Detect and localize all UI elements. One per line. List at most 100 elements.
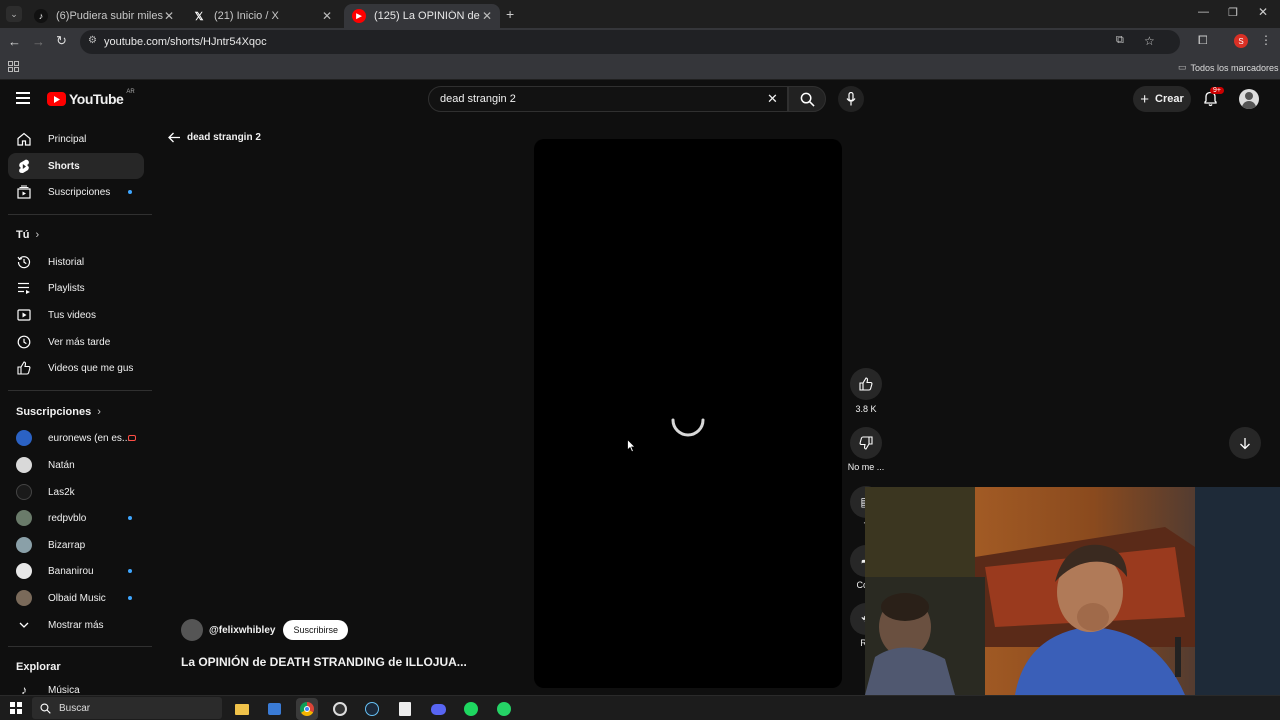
plus-icon: + xyxy=(1140,90,1149,108)
thumbs-down-icon xyxy=(859,436,873,450)
new-tab-button[interactable]: + xyxy=(506,6,514,22)
windows-start-icon[interactable] xyxy=(10,702,22,714)
shorts-video-player[interactable] xyxy=(534,139,842,688)
clear-search-icon[interactable]: ✕ xyxy=(767,91,778,107)
hamburger-menu-icon[interactable] xyxy=(16,92,30,104)
sidebar-sub-bizarrap[interactable]: Bizarrap xyxy=(8,532,144,558)
store-icon[interactable] xyxy=(263,698,285,720)
sidebar-divider xyxy=(8,646,152,647)
obs-icon[interactable] xyxy=(329,698,351,720)
bookmark-star-icon[interactable]: ☆ xyxy=(1144,34,1155,48)
sidebar-show-more[interactable]: Mostrar más xyxy=(8,612,144,638)
channel-row: @felixwhibley Suscribirse xyxy=(181,619,348,641)
sidebar: Principal Shorts Suscripciones Tú › Hist… xyxy=(0,120,154,697)
sidebar-item-suscripciones[interactable]: Suscripciones xyxy=(8,179,144,205)
close-icon[interactable]: ✕ xyxy=(322,9,332,23)
like-button[interactable] xyxy=(850,368,882,400)
thumbs-up-icon xyxy=(859,377,873,391)
minimize-button[interactable]: — xyxy=(1198,6,1209,18)
channel-avatar[interactable] xyxy=(181,619,203,641)
sidebar-divider xyxy=(8,214,152,215)
channel-name[interactable]: @felixwhibley xyxy=(209,625,275,636)
apps-grid-icon[interactable] xyxy=(8,61,19,72)
address-bar[interactable]: ⚙ youtube.com/shorts/HJntr54Xqoc ☆ ⧉ xyxy=(80,30,1180,54)
create-button[interactable]: + Crear xyxy=(1133,86,1191,112)
new-content-dot xyxy=(128,190,132,194)
reload-icon[interactable]: ↻ xyxy=(56,33,67,49)
next-short-button[interactable] xyxy=(1229,427,1261,459)
sidebar-sub-las2k[interactable]: Las2k xyxy=(8,479,144,505)
install-app-icon[interactable]: ⧉ xyxy=(1116,34,1124,47)
mouse-cursor-icon xyxy=(627,439,636,453)
epic-games-icon[interactable] xyxy=(394,698,416,720)
url-text: youtube.com/shorts/HJntr54Xqoc xyxy=(104,36,267,48)
profile-avatar[interactable]: S xyxy=(1234,34,1248,48)
sidebar-item-historial[interactable]: Historial xyxy=(8,249,144,275)
dislike-button[interactable] xyxy=(850,427,882,459)
webcam-overlay xyxy=(865,487,1280,695)
youtube-header: YouTube AR dead strangin 2 ✕ + Crear 9+ xyxy=(0,80,1280,120)
forward-arrow-icon[interactable]: → xyxy=(32,34,45,49)
short-title[interactable]: La OPINIÓN de DEATH STRANDING de ILLOJUA… xyxy=(181,655,467,669)
close-icon[interactable]: ✕ xyxy=(164,9,174,23)
sidebar-heading-you[interactable]: Tú › xyxy=(16,229,39,241)
microphone-icon xyxy=(846,92,856,106)
folder-icon: ▭ xyxy=(1178,62,1187,72)
account-avatar[interactable] xyxy=(1239,89,1259,109)
all-bookmarks-button[interactable]: ▭ Todos los marcadores xyxy=(1178,62,1279,73)
close-window-button[interactable]: ✕ xyxy=(1258,5,1268,19)
sidebar-item-ver-mas-tarde[interactable]: Ver más tarde xyxy=(8,329,144,355)
browser-tab-x[interactable]: 𝕏 (21) Inicio / X ✕ xyxy=(184,4,340,28)
sidebar-sub-euronews[interactable]: euronews (en es... xyxy=(8,425,144,451)
channel-avatar xyxy=(16,484,32,500)
bookmarks-bar: ▭ Todos los marcadores xyxy=(0,56,1280,80)
spotify-icon[interactable] xyxy=(460,698,482,720)
browser-tab-youtube[interactable]: ▶ (125) La OPINIÓN de DEATH ST ✕ xyxy=(344,4,500,28)
more-menu-icon[interactable]: ⋮ xyxy=(1260,33,1272,47)
close-icon[interactable]: ✕ xyxy=(482,9,492,23)
extensions-icon[interactable]: ⧠ xyxy=(1198,33,1208,48)
sidebar-heading-subscriptions[interactable]: Suscripciones › xyxy=(16,406,101,418)
browser-tab-tiktok[interactable]: ♪ (6)Pudiera subir miles de video ✕ xyxy=(26,4,182,28)
playlists-icon xyxy=(8,282,40,294)
whatsapp-icon[interactable] xyxy=(493,698,515,720)
search-button[interactable] xyxy=(788,86,826,112)
search-input[interactable]: dead strangin 2 ✕ xyxy=(428,86,788,112)
notifications-button[interactable]: 9+ xyxy=(1203,87,1224,107)
dislike-label: No me ... xyxy=(847,462,885,472)
browser-tab-bar: ⌄ ♪ (6)Pudiera subir miles de video ✕ 𝕏 … xyxy=(0,0,1280,28)
site-info-icon[interactable]: ⚙ xyxy=(88,35,97,46)
file-explorer-icon[interactable] xyxy=(231,698,253,720)
sidebar-item-principal[interactable]: Principal xyxy=(8,126,144,152)
sidebar-item-shorts[interactable]: Shorts xyxy=(8,153,144,179)
youtube-logo[interactable]: YouTube AR xyxy=(47,89,135,107)
youtube-icon: ▶ xyxy=(352,9,366,23)
steam-icon[interactable] xyxy=(361,698,383,720)
tab-search-button[interactable]: ⌄ xyxy=(6,6,22,22)
sidebar-sub-redpvblo[interactable]: redpvblo xyxy=(8,505,144,531)
restore-button[interactable]: ❐ xyxy=(1228,6,1238,19)
discord-icon[interactable] xyxy=(427,698,449,720)
sidebar-item-tus-videos[interactable]: Tus videos xyxy=(8,302,144,328)
channel-avatar xyxy=(16,590,32,606)
sidebar-item-playlists[interactable]: Playlists xyxy=(8,275,144,301)
browser-toolbar: ← → ↻ ⚙ youtube.com/shorts/HJntr54Xqoc ☆… xyxy=(0,28,1280,56)
back-arrow-icon[interactable]: ← xyxy=(8,34,21,49)
sidebar-sub-natan[interactable]: Natán xyxy=(8,452,144,478)
sidebar-sub-bananirou[interactable]: Bananirou xyxy=(8,558,144,584)
sidebar-sub-olbaid-music[interactable]: Olbaid Music xyxy=(8,585,144,611)
live-icon xyxy=(128,435,136,441)
chrome-icon[interactable] xyxy=(296,698,318,720)
voice-search-button[interactable] xyxy=(838,86,864,112)
shorts-icon xyxy=(8,159,40,174)
sidebar-item-liked-videos[interactable]: Videos que me gus... xyxy=(8,355,144,381)
taskbar-search[interactable]: Buscar xyxy=(32,697,222,719)
liked-icon xyxy=(8,361,40,375)
x-icon: 𝕏 xyxy=(194,10,204,23)
back-to-search[interactable]: dead strangin 2 xyxy=(168,132,261,143)
arrow-down-icon xyxy=(1240,437,1250,449)
subscribe-button[interactable]: Suscribirse xyxy=(283,620,348,640)
channel-avatar xyxy=(16,537,32,553)
chevron-right-icon: › xyxy=(35,229,40,241)
sidebar-divider xyxy=(8,390,152,391)
